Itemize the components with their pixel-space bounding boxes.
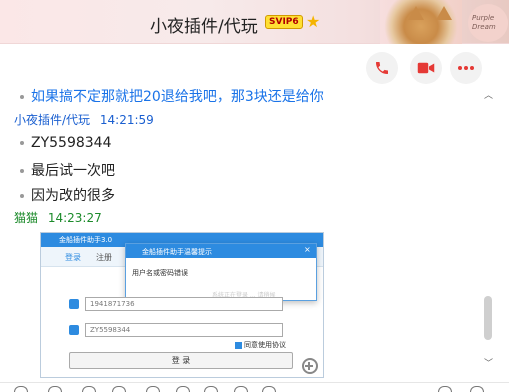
app-title: 金船插件助手3.0 <box>59 236 113 244</box>
settings-icon[interactable] <box>470 386 484 392</box>
agree-checkbox: 同意使用协议 <box>235 340 286 350</box>
scissors-icon[interactable] <box>82 386 96 392</box>
message-body: 因为改的很多 <box>31 188 115 204</box>
message-text: ZY5598344 <box>20 135 112 151</box>
sender-name[interactable]: 小夜插件/代玩 <box>14 113 90 127</box>
sign-decoration-text: Purple Dream <box>472 14 496 31</box>
chat-header: 小夜插件/代玩 SVIP6 ★ Purple Dream <box>0 0 509 44</box>
tab-register: 注册 <box>96 253 112 262</box>
password-value: ZY5598344 <box>90 326 131 334</box>
input-toolbar <box>0 382 509 392</box>
bullet-dot <box>20 169 24 173</box>
chat-window: 小夜插件/代玩 SVIP6 ★ Purple Dream 如果搞不定那就把20退… <box>0 0 509 392</box>
message-body: ZY5598344 <box>31 135 112 151</box>
username-field: 1941871736 <box>85 297 283 311</box>
phone-icon <box>376 62 388 74</box>
image-message[interactable]: 金船插件助手3.0 登录 注册 金船插件助手温馨提示 × 用户名或密码错误 系统… <box>40 232 324 378</box>
vip-badge: SVIP6 <box>265 15 303 29</box>
sender-line: 猫猫 14:23:27 <box>14 209 102 226</box>
star-icon: ★ <box>306 12 321 31</box>
checkbox-icon <box>235 341 242 349</box>
more-tools-icon[interactable] <box>262 386 276 392</box>
bullet-dot <box>20 141 24 145</box>
login-button: 登 录 <box>69 352 293 369</box>
message-body: 最后试一次吧 <box>31 163 115 179</box>
close-icon: × <box>304 245 311 254</box>
chat-title: 小夜插件/代玩 <box>150 17 258 37</box>
message-text: 因为改的很多 <box>20 185 115 205</box>
message-time: 14:21:59 <box>99 113 154 127</box>
scroll-up-icon[interactable]: ︿ <box>484 88 493 101</box>
message-time: 14:23:27 <box>47 211 102 225</box>
gif-icon[interactable] <box>48 386 62 392</box>
alert-dialog: 金船插件助手温馨提示 × 用户名或密码错误 系统正在登录 ... 请稍候 <box>125 243 317 301</box>
dialog-message: 用户名或密码错误 <box>132 269 188 277</box>
more-button[interactable] <box>450 52 482 84</box>
more-icon <box>458 66 474 70</box>
message-text: 如果搞不定那就把20退给我吧，那3块还是给你 <box>20 86 324 106</box>
cat-ear-decoration <box>436 6 452 20</box>
message-body: 如果搞不定那就把20退给我吧，那3块还是给你 <box>31 89 324 105</box>
history-icon[interactable] <box>438 386 452 392</box>
message-text: 最后试一次吧 <box>20 160 115 180</box>
scrollbar-thumb[interactable] <box>484 296 492 340</box>
shake-icon[interactable] <box>234 386 248 392</box>
screenshot-icon[interactable] <box>204 386 218 392</box>
zoom-plus-v <box>308 362 310 370</box>
image-icon[interactable] <box>146 386 160 392</box>
folder-icon[interactable] <box>112 386 126 392</box>
agree-label: 同意使用协议 <box>244 341 286 349</box>
dialog-title: 金船插件助手温馨提示 <box>142 248 212 256</box>
scroll-down-icon[interactable]: ﹀ <box>484 356 493 369</box>
sender-line: 小夜插件/代玩 14:21:59 <box>14 111 154 128</box>
bullet-dot <box>20 95 24 99</box>
tab-login: 登录 <box>65 253 81 262</box>
username-value: 1941871736 <box>90 300 135 308</box>
call-button[interactable] <box>366 52 398 84</box>
cat-ear-decoration <box>408 6 424 20</box>
video-icon <box>417 62 435 74</box>
password-field: ZY5598344 <box>85 323 283 337</box>
sender-name[interactable]: 猫猫 <box>14 211 38 225</box>
bullet-dot <box>20 194 24 198</box>
user-icon <box>69 299 79 309</box>
key-icon <box>69 325 79 335</box>
mic-icon[interactable] <box>176 386 190 392</box>
video-button[interactable] <box>410 52 442 84</box>
emoji-icon[interactable] <box>14 386 28 392</box>
